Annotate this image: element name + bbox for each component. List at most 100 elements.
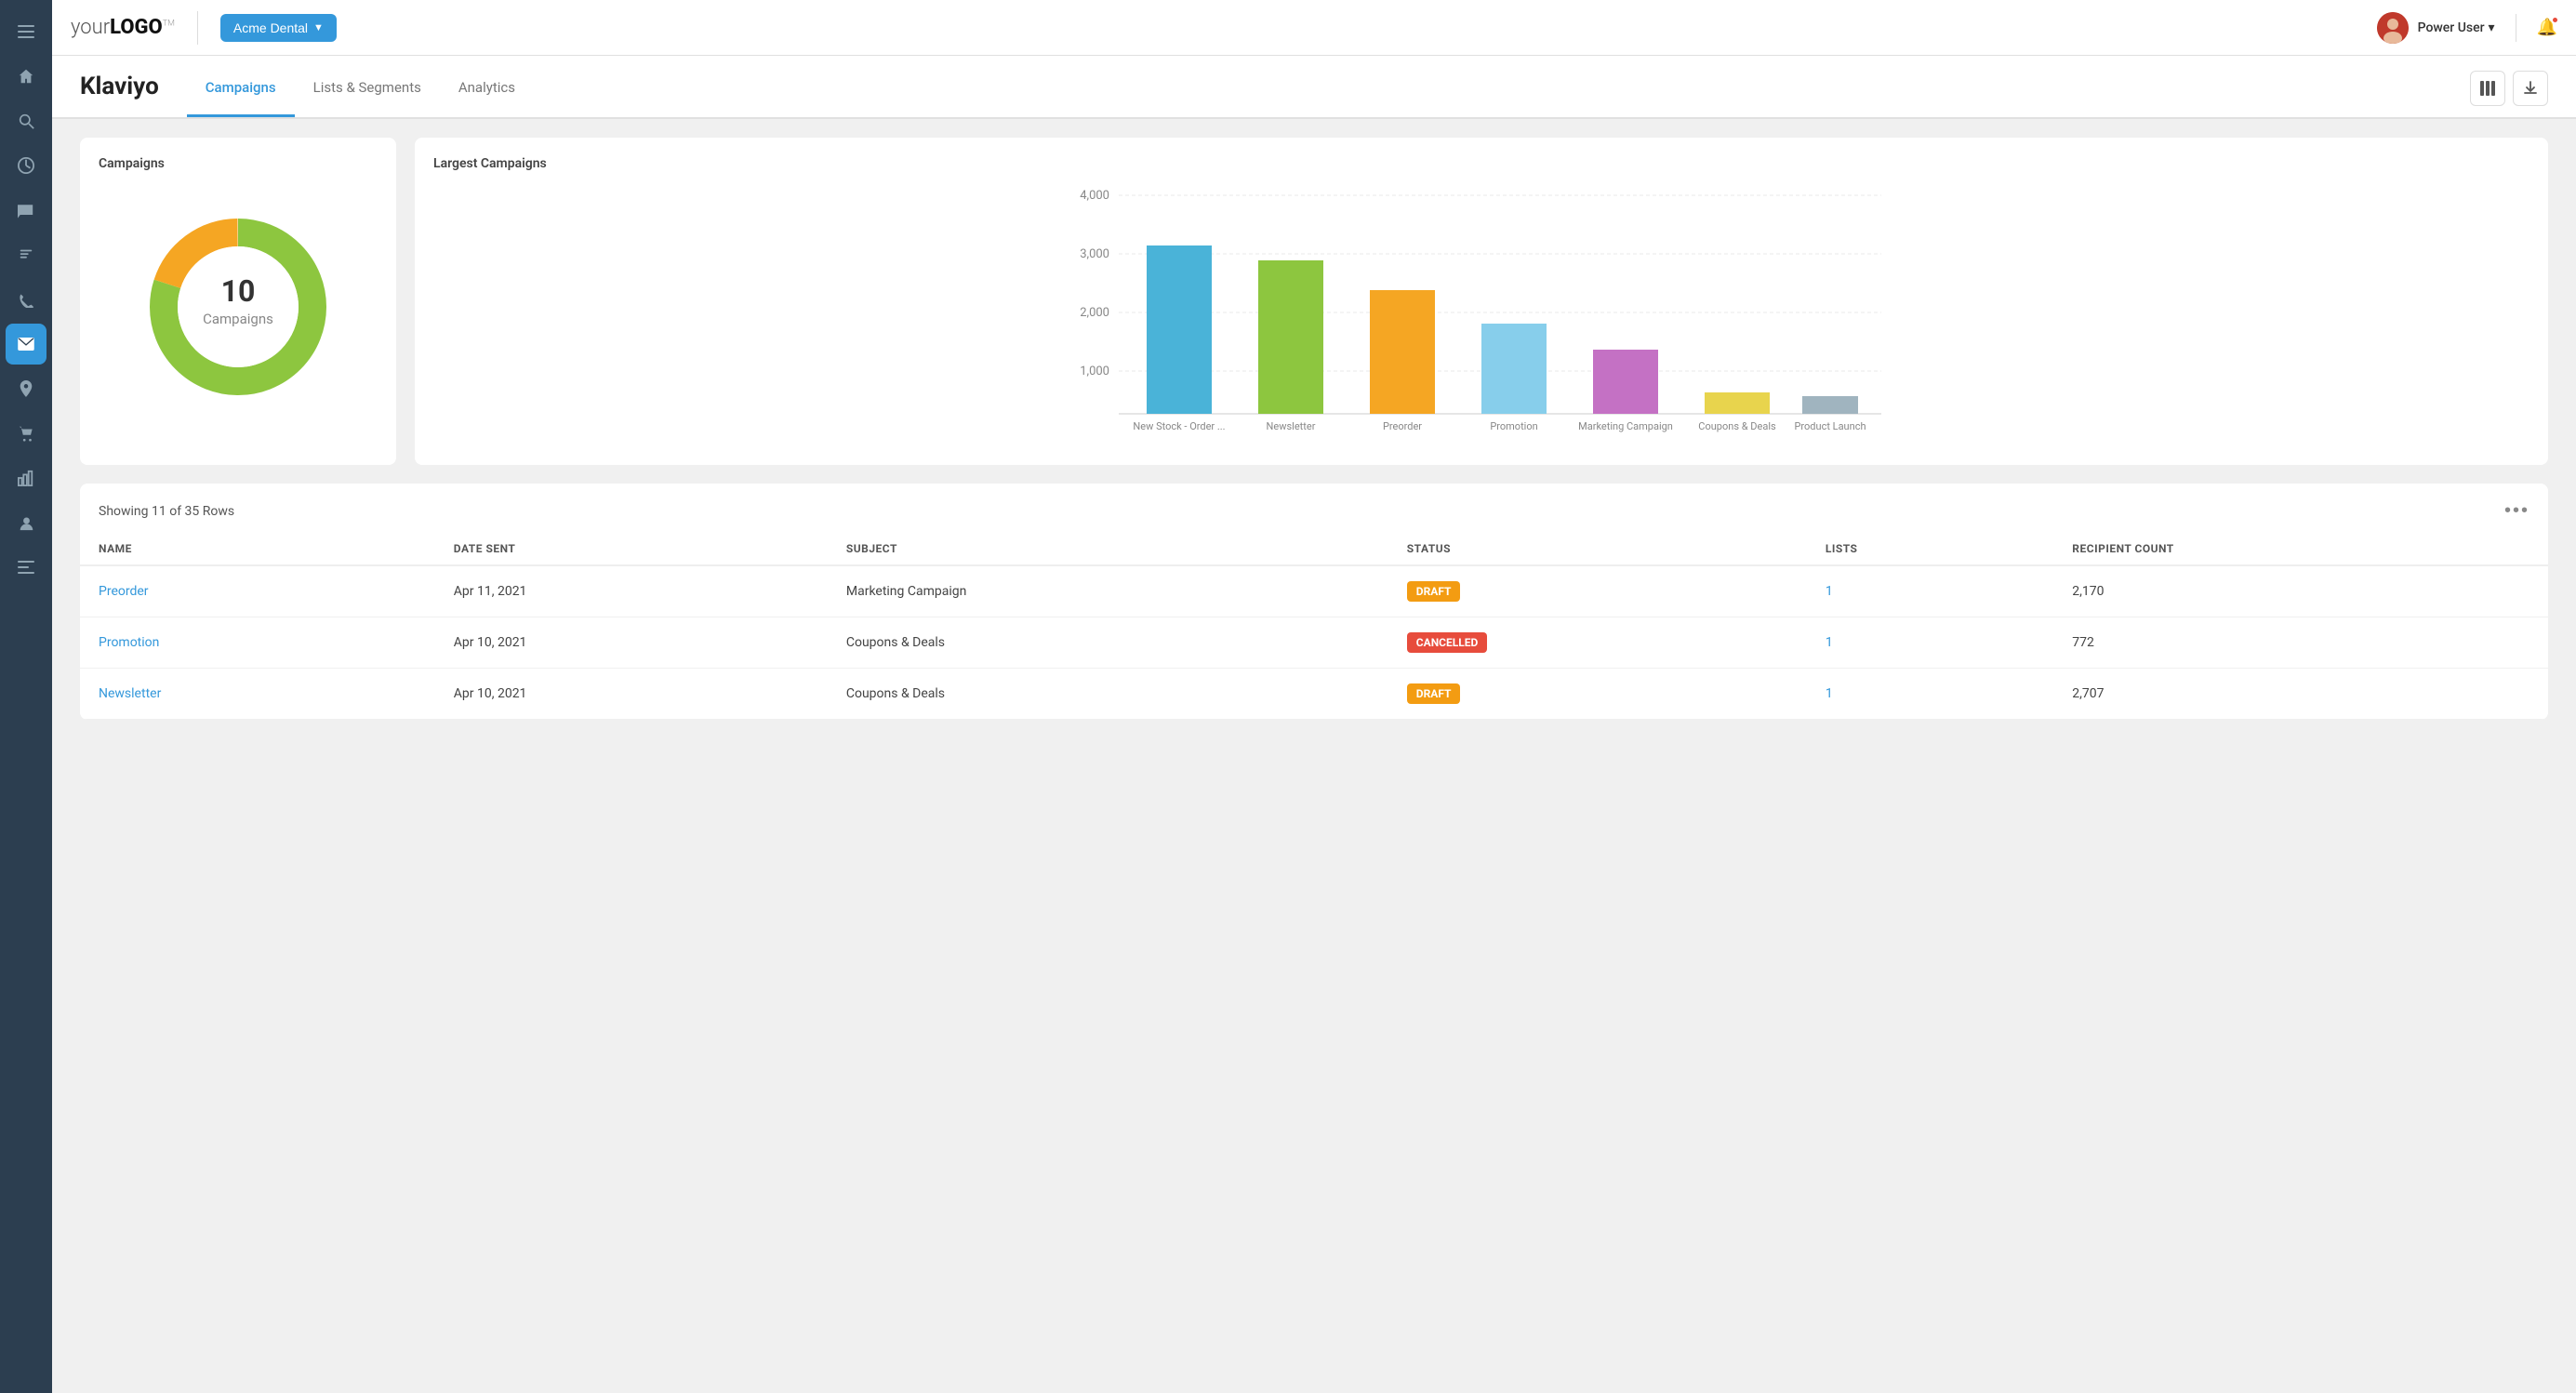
sidebar-item-chat[interactable] [6,190,46,231]
col-date: DATE SENT [435,533,828,565]
table-head: NAME DATE SENT SUBJECT STATUS LISTS RECI… [80,533,2548,565]
table-row: Newsletter Apr 10, 2021 Coupons & Deals … [80,669,2548,720]
svg-text:Coupons & Deals: Coupons & Deals [1698,420,1776,432]
campaigns-table: NAME DATE SENT SUBJECT STATUS LISTS RECI… [80,533,2548,720]
tenant-chevron: ▼ [313,22,324,33]
avatar [2377,12,2409,44]
table-header-row: Showing 11 of 35 Rows ••• [80,484,2548,533]
row-count-0: 2,170 [2053,565,2548,617]
col-count: RECIPIENT COUNT [2053,533,2548,565]
page-header-actions [2470,71,2548,117]
row-name-preorder[interactable]: Preorder [99,584,149,599]
sidebar-item-user[interactable] [6,502,46,543]
bar-product-launch [1802,396,1858,414]
page-header: Klaviyo Campaigns Lists & Segments Analy… [52,56,2576,119]
col-name: NAME [80,533,435,565]
donut-card: Campaigns 10 Campaigns [80,138,396,465]
bar-newsletter [1258,260,1323,414]
row-status-2: DRAFT [1388,669,1807,720]
notification-dot [2551,16,2559,24]
bar-new-stock [1147,245,1212,414]
status-badge-cancelled-1: CANCELLED [1407,632,1488,653]
sidebar-item-phone[interactable] [6,279,46,320]
sidebar-item-location[interactable] [6,368,46,409]
col-subject: SUBJECT [828,533,1388,565]
bar-chart-card: Largest Campaigns 4,000 3,000 2,000 1,00 [415,138,2548,465]
bar-coupons [1705,392,1770,414]
table-body: Preorder Apr 11, 2021 Marketing Campaign… [80,565,2548,720]
donut-chart-svg: 10 Campaigns [136,205,340,409]
table-card: Showing 11 of 35 Rows ••• NAME DATE SENT… [80,484,2548,720]
svg-text:4,000: 4,000 [1080,189,1109,203]
logo: yourLOGOTM [71,16,175,39]
svg-text:Newsletter: Newsletter [1267,420,1316,432]
svg-text:1,000: 1,000 [1080,365,1109,378]
svg-text:Product Launch: Product Launch [1794,420,1866,432]
main-content: yourLOGOTM Acme Dental ▼ Power User ▾ 🔔 … [52,0,2576,1393]
bar-marketing [1593,350,1658,414]
sidebar-item-menu[interactable] [6,547,46,588]
sidebar-item-reports[interactable] [6,458,46,498]
sidebar-item-search[interactable] [6,100,46,141]
row-subject-0: Marketing Campaign [828,565,1388,617]
sidebar-item-home[interactable] [6,56,46,97]
table-info: Showing 11 of 35 Rows [99,504,234,519]
row-subject-2: Coupons & Deals [828,669,1388,720]
logo-bold: LOGO [110,16,163,39]
sidebar-item-analytics[interactable] [6,145,46,186]
logo-text: your [71,16,110,39]
table-row: Preorder Apr 11, 2021 Marketing Campaign… [80,565,2548,617]
charts-row: Campaigns 10 Campaigns [80,138,2548,465]
row-name-newsletter[interactable]: Newsletter [99,686,161,701]
svg-text:Marketing Campaign: Marketing Campaign [1578,420,1673,432]
row-date-0: Apr 11, 2021 [435,565,828,617]
sidebar-item-email[interactable] [6,324,46,365]
tenant-name: Acme Dental [233,20,308,35]
topbar: yourLOGOTM Acme Dental ▼ Power User ▾ 🔔 [52,0,2576,56]
col-status: STATUS [1388,533,1807,565]
columns-toggle-button[interactable] [2470,71,2505,106]
tab-campaigns[interactable]: Campaigns [187,60,295,117]
sidebar-item-campaigns[interactable] [6,234,46,275]
donut-center-number: 10 [221,273,256,309]
svg-text:Promotion: Promotion [1490,420,1537,432]
bar-chart-container: 4,000 3,000 2,000 1,000 New Stock - Orde… [433,186,2530,446]
status-badge-draft-2: DRAFT [1407,683,1461,704]
page-title-area: Klaviyo [80,56,187,117]
row-status-0: DRAFT [1388,565,1807,617]
col-lists: LISTS [1807,533,2053,565]
tab-analytics[interactable]: Analytics [440,60,534,117]
bar-promotion [1481,324,1547,414]
notification-bell[interactable]: 🔔 [2537,18,2557,37]
nav-tabs: Campaigns Lists & Segments Analytics [187,56,534,117]
svg-text:3,000: 3,000 [1080,247,1109,261]
svg-text:2,000: 2,000 [1080,306,1109,320]
page-title: Klaviyo [80,56,187,117]
table-more-button[interactable]: ••• [2504,500,2530,522]
tab-lists-segments[interactable]: Lists & Segments [295,60,440,117]
donut-card-title: Campaigns [99,156,378,171]
bar-preorder [1370,290,1435,414]
row-lists-0[interactable]: 1 [1826,584,1833,599]
row-date-2: Apr 10, 2021 [435,669,828,720]
row-lists-2[interactable]: 1 [1826,686,1833,701]
donut-wrapper: 10 Campaigns [99,186,378,428]
svg-text:Preorder: Preorder [1383,420,1422,432]
table-row: Promotion Apr 10, 2021 Coupons & Deals C… [80,617,2548,669]
svg-text:New Stock - Order ...: New Stock - Order ... [1133,420,1225,432]
row-count-1: 772 [2053,617,2548,669]
row-name-promotion[interactable]: Promotion [99,635,159,650]
row-lists-1[interactable]: 1 [1826,635,1833,650]
logo-sup: TM [163,20,175,29]
row-subject-1: Coupons & Deals [828,617,1388,669]
user-name[interactable]: Power User ▾ [2418,20,2495,35]
content-area: Campaigns 10 Campaigns [52,119,2576,1393]
bar-chart-svg: 4,000 3,000 2,000 1,000 New Stock - Orde… [433,186,2530,446]
bar-chart-title: Largest Campaigns [433,156,2530,171]
download-button[interactable] [2513,71,2548,106]
tenant-selector[interactable]: Acme Dental ▼ [220,14,337,42]
sidebar-item-shop[interactable] [6,413,46,454]
row-status-1: CANCELLED [1388,617,1807,669]
donut-center-label: Campaigns [203,311,273,327]
sidebar-item-collapse[interactable] [6,11,46,52]
